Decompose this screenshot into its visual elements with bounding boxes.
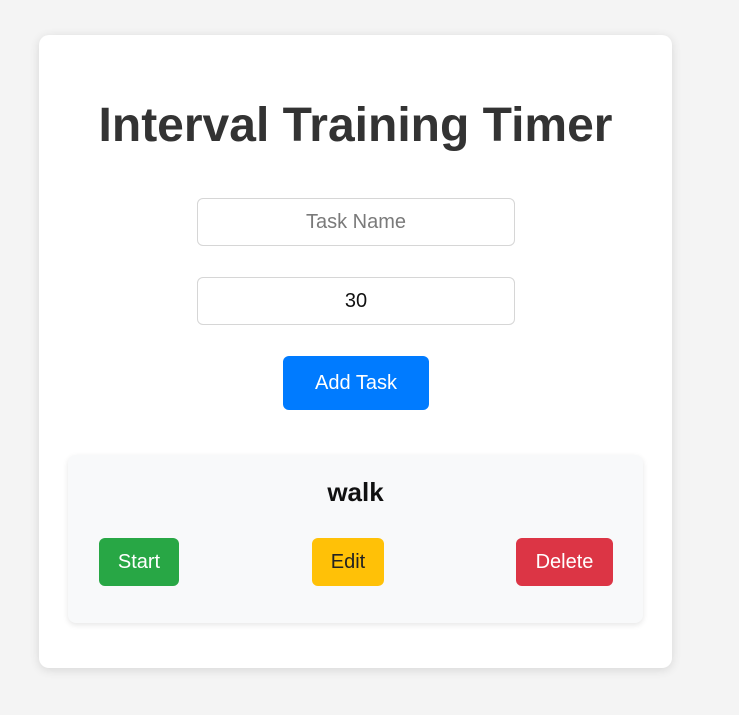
start-button[interactable]: Start [99, 538, 179, 586]
add-task-button[interactable]: Add Task [283, 356, 429, 410]
task-name-input[interactable] [197, 198, 515, 246]
page-title: Interval Training Timer [98, 99, 613, 152]
edit-button[interactable]: Edit [312, 538, 384, 586]
duration-input[interactable] [197, 277, 515, 325]
timer-card: Interval Training Timer Add Task walk St… [39, 35, 672, 668]
delete-button[interactable]: Delete [516, 538, 613, 586]
task-item: walk Start Edit Delete [68, 455, 643, 623]
task-name: walk [327, 477, 384, 507]
